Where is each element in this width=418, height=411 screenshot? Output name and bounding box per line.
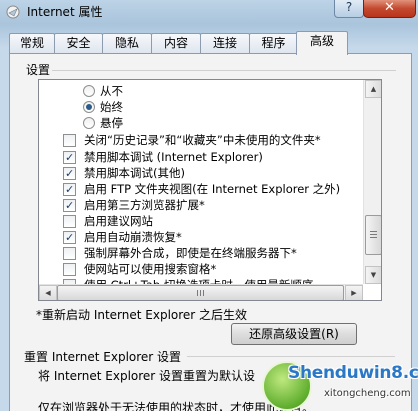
settings-list-items: 从不 始终 悬停 关闭“历史记录”和“收藏夹”中未使用的文件夹* 禁用脚本调试 … [39, 80, 363, 284]
checkbox[interactable] [63, 263, 76, 276]
tab-content[interactable]: 内容 [151, 33, 201, 53]
horizontal-scroll-thumb[interactable] [57, 285, 344, 300]
tab-privacy[interactable]: 隐私 [102, 33, 152, 53]
list-item-label: 关闭“历史记录”和“收藏夹”中未使用的文件夹* [84, 133, 321, 147]
scroll-down-arrow-icon[interactable]: ▼ [365, 266, 381, 284]
tab-programs[interactable]: 程序 [249, 33, 298, 53]
checkbox[interactable] [63, 215, 76, 228]
settings-group-divider [52, 70, 396, 71]
close-button[interactable]: ✕ [363, 0, 416, 18]
title-bar: Internet 属性 ? ✕ [0, 0, 418, 26]
list-item[interactable]: 悬停 [83, 114, 353, 132]
grip-line [370, 237, 377, 238]
grip-line [197, 290, 198, 296]
checkbox-checked[interactable] [63, 229, 76, 247]
tab-advanced[interactable]: 高级 [296, 31, 348, 55]
tab-general[interactable]: 常规 [9, 33, 55, 53]
tab-connections[interactable]: 连接 [200, 33, 250, 53]
grip-line [200, 290, 201, 296]
advanced-settings-list[interactable]: 从不 始终 悬停 关闭“历史记录”和“收藏夹”中未使用的文件夹* 禁用脚本调试 … [38, 79, 382, 301]
list-item-label: 悬停 [100, 116, 123, 130]
list-item[interactable]: 关闭“历史记录”和“收藏夹”中未使用的文件夹* [63, 131, 363, 149]
radio-button[interactable] [83, 85, 95, 97]
list-item[interactable]: 使用 Ctrl+Tab 切换选项卡时，使用最新顺序 [63, 276, 363, 284]
reset-group-divider [187, 356, 395, 357]
checkbox[interactable] [63, 247, 76, 260]
tab-security[interactable]: 安全 [54, 33, 103, 53]
scroll-up-arrow-icon[interactable]: ▲ [365, 80, 381, 98]
reset-description: 将 Internet Explorer 设置重置为默认设 [38, 369, 256, 383]
checkbox-checked[interactable] [63, 181, 76, 199]
tab-strip: 常规 安全 隐私 内容 连接 程序 高级 [9, 31, 409, 55]
horizontal-scrollbar[interactable]: ◀ ▶ [39, 284, 363, 300]
restart-note: *重新启动 Internet Explorer 之后生效 [36, 308, 248, 322]
grip-line [203, 290, 204, 296]
checkbox-checked[interactable] [63, 197, 76, 215]
vertical-scroll-thumb[interactable] [365, 215, 381, 255]
help-button[interactable]: ? [334, 0, 364, 18]
checkbox-checked[interactable] [63, 165, 76, 183]
window-title: Internet 属性 [27, 5, 103, 19]
radio-button[interactable] [83, 117, 95, 129]
grip-line [370, 231, 377, 232]
reset-warning: 仅在浏览器处于无法使用的状态时，才使用此设置。 [38, 401, 315, 411]
scroll-right-arrow-icon[interactable]: ▶ [345, 285, 363, 300]
radio-button-selected[interactable] [83, 101, 95, 113]
scroll-left-arrow-icon[interactable]: ◀ [39, 285, 57, 300]
checkbox-checked[interactable] [63, 149, 76, 167]
internet-explorer-icon [6, 5, 20, 19]
list-item-label: 使用 Ctrl+Tab 切换选项卡时，使用最新顺序 [84, 276, 313, 284]
checkbox[interactable] [63, 134, 76, 147]
reset-section-title: 重置 Internet Explorer 设置 [24, 350, 182, 364]
grip-line [370, 234, 377, 235]
internet-properties-window: Internet 属性 ? ✕ 常规 安全 隐私 内容 连接 程序 高级 设置 … [0, 0, 418, 411]
restore-advanced-settings-button[interactable]: 还原高级设置(R) [231, 323, 357, 345]
settings-group-label: 设置 [26, 63, 51, 77]
vertical-scrollbar[interactable]: ▲ ▼ [363, 80, 381, 284]
